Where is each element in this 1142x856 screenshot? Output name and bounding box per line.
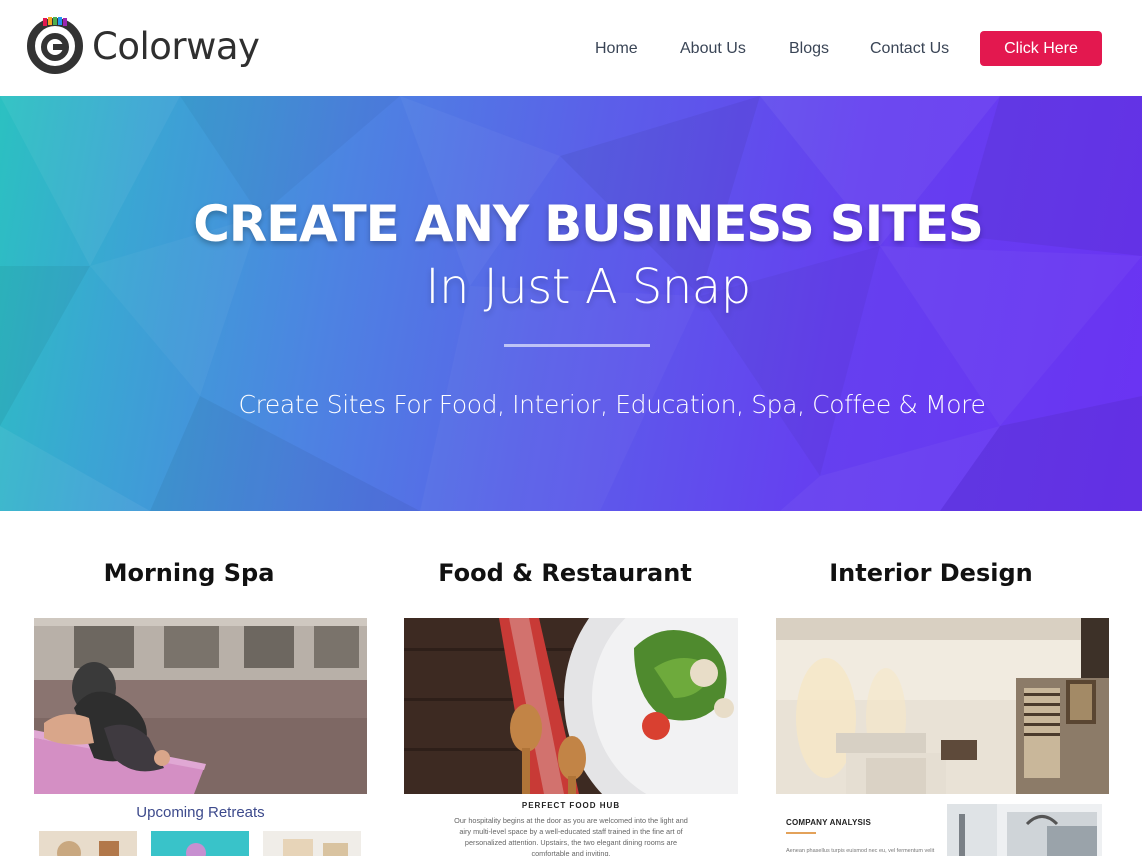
hero-banner: CREATE ANY BUSINESS SITES In Just A Snap…: [0, 96, 1142, 511]
main-nav: Home About Us Blogs Contact Us: [0, 36, 1142, 62]
food-hub-description: Our hospitality begins at the door as yo…: [454, 816, 688, 856]
site-header: Colorway Home About Us Blogs Contact Us …: [0, 0, 1142, 96]
retreat-image-2: [151, 831, 249, 856]
morning-spa-thumbnail[interactable]: [34, 618, 367, 794]
hero-divider: [504, 344, 650, 347]
company-analysis-text: Aenean phasellus turpis euismod nec eu, …: [786, 848, 935, 854]
food-photo-image: [404, 618, 738, 794]
food-restaurant-thumbnail[interactable]: [404, 618, 738, 794]
nav-about-link[interactable]: About Us: [680, 36, 746, 62]
hero-title: CREATE ANY BUSINESS SITES: [193, 195, 984, 253]
morning-spa-preview[interactable]: Upcoming Retreats: [34, 794, 367, 856]
interior-design-thumbnail[interactable]: [776, 618, 1109, 794]
interior-design-preview[interactable]: COMPANY ANALYSIS Aenean phasellus turpis…: [776, 794, 1109, 856]
nav-blogs-link[interactable]: Blogs: [789, 36, 829, 62]
upcoming-retreats-heading: Upcoming Retreats: [136, 804, 265, 821]
click-here-button[interactable]: Click Here: [980, 31, 1102, 66]
card-title-food-restaurant[interactable]: Food & Restaurant: [404, 557, 726, 589]
yoga-photo-image: [34, 618, 367, 794]
card-title-morning-spa[interactable]: Morning Spa: [34, 557, 344, 589]
nav-home-link[interactable]: Home: [595, 36, 638, 62]
nav-contact-link[interactable]: Contact Us: [870, 36, 949, 62]
retreat-image-3: [263, 831, 361, 856]
hero-subtitle: In Just A Snap: [425, 259, 751, 315]
company-heading-underline: [786, 832, 816, 834]
company-analysis-heading: COMPANY ANALYSIS: [786, 818, 871, 827]
kitchen-preview-image: [947, 804, 1102, 856]
retreat-image-1: [39, 831, 137, 856]
perfect-food-hub-heading: PERFECT FOOD HUB: [521, 801, 621, 810]
card-title-interior-design[interactable]: Interior Design: [776, 557, 1086, 589]
interior-photo-image: [776, 618, 1109, 794]
food-restaurant-preview[interactable]: PERFECT FOOD HUB Our hospitality begins …: [404, 794, 738, 856]
hero-tagline: Create Sites For Food, Interior, Educati…: [238, 390, 986, 419]
